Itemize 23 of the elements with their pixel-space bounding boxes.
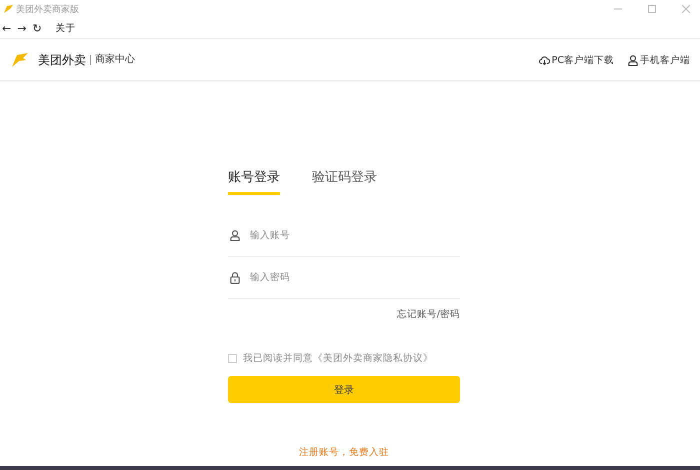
close-icon[interactable] <box>682 5 690 13</box>
login-tab[interactable]: 账号登录 <box>228 168 280 195</box>
logo-icon <box>10 50 30 70</box>
login-button[interactable]: 登录 <box>228 376 460 403</box>
back-button[interactable]: ← <box>2 22 12 34</box>
agreement-checkbox[interactable] <box>228 354 237 363</box>
login-tab[interactable]: 验证码登录 <box>312 168 377 195</box>
reload-button[interactable]: ↻ <box>32 22 42 34</box>
user-icon <box>230 230 240 241</box>
forward-button[interactable]: → <box>17 22 26 34</box>
download-link[interactable]: PC客户端下载 <box>538 54 614 66</box>
window-title: 美团外卖商家版 <box>16 4 79 16</box>
agreement-text: 我已阅读并同意《美团外卖商家隐私协议》 <box>243 352 433 365</box>
lock-icon <box>230 272 240 284</box>
user-icon <box>628 54 638 66</box>
brand-subtitle: 商家中心 <box>90 55 135 65</box>
cloud-download-icon <box>538 56 550 64</box>
app-logo-icon <box>4 5 13 13</box>
brand-name: 美团外卖 <box>38 52 86 68</box>
about-menu[interactable]: 关于 <box>56 22 76 34</box>
forgot-password-link[interactable]: 忘记账号/密码 <box>228 308 460 321</box>
mobile-client-link[interactable]: 手机客户端 <box>628 54 690 66</box>
maximize-icon[interactable] <box>648 5 656 13</box>
